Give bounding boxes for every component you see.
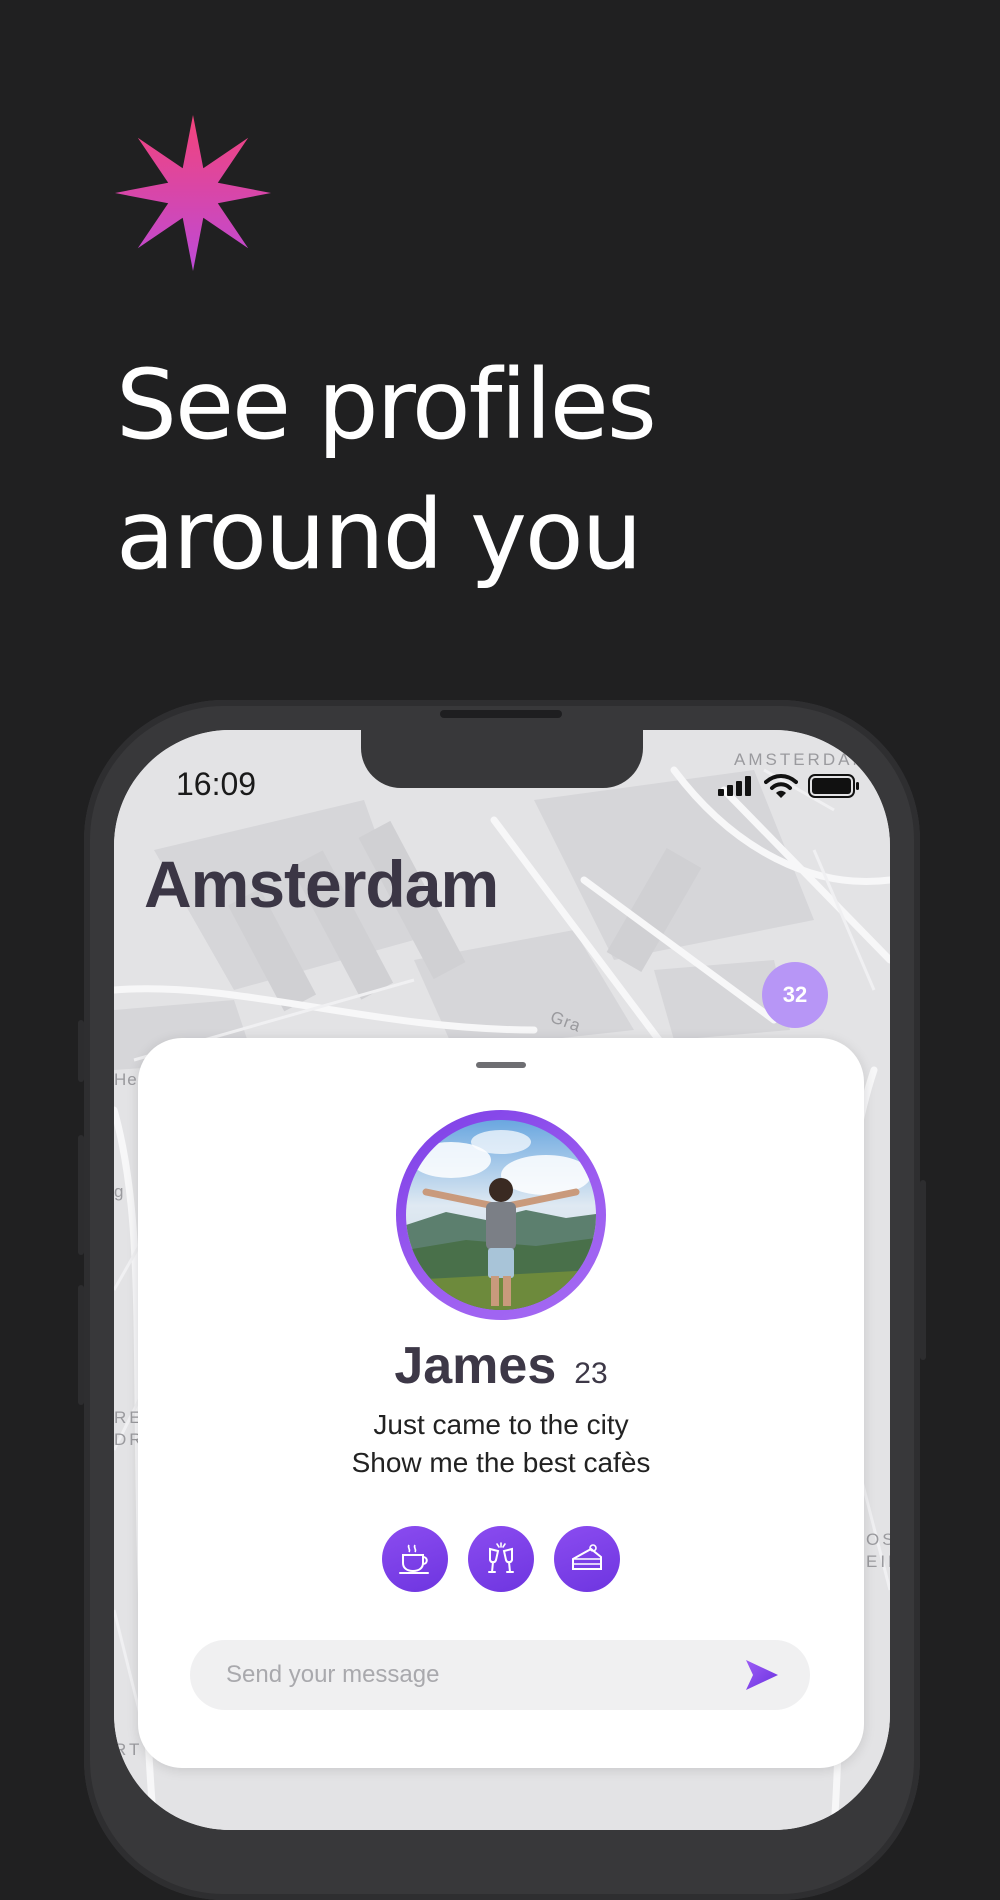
profile-bio: Just came to the city Show me the best c…	[138, 1406, 864, 1482]
profile-name: James	[394, 1337, 557, 1395]
map-label: He	[114, 1070, 138, 1089]
drag-handle[interactable]	[476, 1062, 526, 1068]
interest-list	[382, 1526, 620, 1592]
map-label: OS	[866, 1530, 890, 1549]
avatar[interactable]	[406, 1120, 596, 1310]
profile-card[interactable]: James 23 Just came to the city Show me th…	[138, 1038, 864, 1768]
map-label: RT	[114, 1740, 143, 1759]
headline-line-2: around you	[116, 479, 642, 591]
map-label: AMSTERDAM	[734, 750, 870, 769]
bio-line-2: Show me the best cafès	[351, 1447, 651, 1478]
status-icons	[718, 774, 860, 798]
cheers-icon	[488, 1542, 514, 1573]
map-label: EIL	[866, 1552, 890, 1571]
cake-icon	[572, 1544, 602, 1570]
avatar-ring	[396, 1110, 606, 1320]
wifi-icon	[764, 774, 798, 798]
screen-notch	[361, 730, 643, 788]
nearby-count-badge[interactable]: 32	[762, 962, 828, 1028]
headline: See profiles around you	[116, 340, 657, 600]
battery-icon	[808, 774, 859, 798]
brand-star-icon	[115, 115, 271, 271]
profile-age: 23	[574, 1357, 608, 1390]
volume-up-button	[78, 1135, 84, 1255]
power-button	[920, 1180, 926, 1360]
map-label: g	[114, 1182, 125, 1201]
interest-drinks[interactable]	[468, 1526, 534, 1592]
message-input[interactable]	[226, 1640, 706, 1710]
coffee-icon	[399, 1544, 429, 1574]
bio-line-1: Just came to the city	[373, 1409, 629, 1440]
earpiece-speaker	[440, 710, 562, 718]
signal-icon	[718, 776, 751, 796]
name-row: James 23	[138, 1336, 864, 1396]
send-icon[interactable]	[744, 1658, 780, 1692]
volume-down-button	[78, 1285, 84, 1405]
headline-line-1: See profiles	[116, 349, 657, 461]
mute-switch	[78, 1020, 84, 1082]
status-time: 16:09	[176, 766, 257, 802]
message-bar	[190, 1640, 810, 1710]
interest-coffee[interactable]	[382, 1526, 448, 1592]
interest-dessert[interactable]	[554, 1526, 620, 1592]
city-title: Amsterdam	[144, 847, 499, 921]
